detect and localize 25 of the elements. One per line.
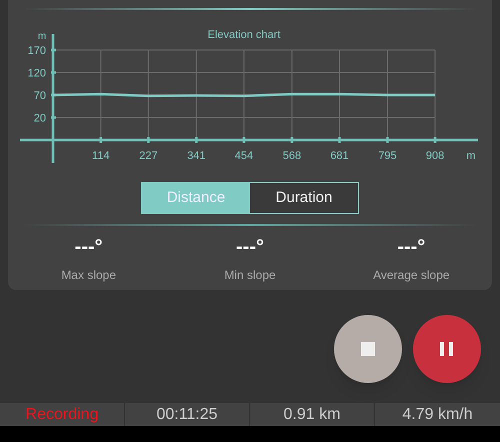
speed-value: 4.79 km/h — [401, 405, 474, 425]
x-tick-label: 341 — [187, 150, 206, 162]
pause-icon — [440, 342, 454, 356]
x-tick-label: 795 — [378, 150, 397, 162]
x-axis-unit: m — [466, 150, 476, 162]
x-tick-label: 568 — [282, 150, 302, 162]
slope-label: Average slope — [373, 267, 450, 284]
y-tick-label: 170 — [28, 45, 46, 57]
y-tick-label: 70 — [34, 90, 46, 102]
x-tick-label: 681 — [330, 150, 349, 162]
slope-label: Max slope — [61, 267, 116, 284]
slope-label: Min slope — [224, 267, 276, 284]
y-tick-label: 120 — [28, 68, 46, 80]
slope-value: ---° — [74, 235, 103, 260]
chart-title: Elevation chart — [208, 29, 280, 41]
y-axis-unit: m — [38, 31, 46, 42]
x-tick-label: 114 — [92, 150, 110, 162]
x-tick-label: 227 — [139, 150, 158, 162]
x-tick-label: 908 — [426, 150, 444, 162]
slope-value: ---° — [397, 235, 426, 260]
x-tick-label: 454 — [234, 150, 254, 162]
y-tick-label: 20 — [34, 112, 46, 124]
slope-value: ---° — [236, 235, 264, 260]
stop-icon — [361, 342, 375, 356]
toggle-tab[interactable]: Duration — [250, 183, 358, 213]
